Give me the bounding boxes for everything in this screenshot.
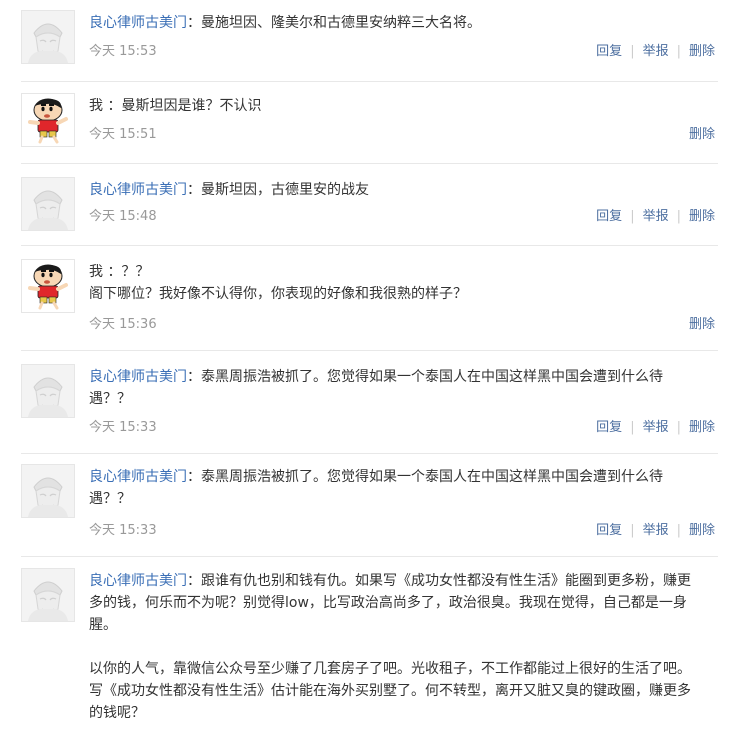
- comment-text-line: 良心律师古美门：曼施坦因、隆美尔和古德里安纳粹三大名将。: [89, 12, 717, 34]
- author-link[interactable]: 良心律师古美门: [89, 182, 187, 198]
- action-separator: |: [630, 420, 635, 435]
- comment-text-line: 良心律师古美门：曼斯坦因，古德里安的战友: [89, 179, 717, 201]
- action-separator: |: [676, 420, 681, 435]
- comment-body: 良心律师古美门：曼斯坦因，古德里安的战友: [89, 179, 717, 201]
- comment-body: 良心律师古美门：曼施坦因、隆美尔和古德里安纳粹三大名将。: [89, 12, 717, 34]
- comment-text: 多的钱，何乐而不为呢？别觉得low，比写政治高尚多了，政治很臭。我现在觉得，自己…: [89, 595, 687, 611]
- divider: [21, 350, 718, 351]
- comment-text-line: 良心律师古美门：跟谁有仇也别和钱有仇。如果写《成功女性都没有性生活》能圈到更多粉…: [89, 570, 717, 592]
- avatar[interactable]: [21, 177, 75, 231]
- author-link[interactable]: 良心律师古美门: [89, 15, 187, 31]
- comment-body: 良心律师古美门：泰黑周振浩被抓了。您觉得如果一个泰国人在中国这样黑中国会遭到什么…: [89, 366, 717, 410]
- delete-link[interactable]: 删除: [689, 317, 715, 332]
- comment-text: 我 ：？？: [89, 264, 150, 280]
- comment-actions: 回复 | 举报 | 删除: [596, 43, 715, 61]
- comment-text: ：泰黑周振浩被抓了。您觉得如果一个泰国人在中国这样黑中国会遭到什么待: [187, 469, 663, 485]
- delete-link[interactable]: 删除: [689, 420, 715, 435]
- default-avatar-icon: [22, 465, 74, 517]
- delete-link[interactable]: 删除: [689, 127, 715, 142]
- timestamp: 今天 15:33: [89, 523, 157, 538]
- comment-text-line: 我 ：曼斯坦因是谁？不认识: [89, 95, 717, 117]
- comment-text-line: 写《成功女性都没有性生活》估计能在海外买别墅了。何不转型，离开又脏又臭的键政圈，…: [89, 680, 717, 702]
- comment-text: ：曼斯坦因，古德里安的战友: [187, 182, 369, 198]
- comment-body: 我 ：？？ 阁下哪位？我好像不认得你，你表现的好像和我很熟的样子？: [89, 261, 717, 305]
- delete-link[interactable]: 删除: [689, 44, 715, 59]
- author-link[interactable]: 良心律师古美门: [89, 369, 187, 385]
- timestamp: 今天 15:36: [89, 317, 157, 332]
- default-avatar-icon: [22, 569, 74, 621]
- comment-actions: 回复 | 举报 | 删除: [596, 522, 715, 540]
- action-separator: |: [630, 523, 635, 538]
- action-separator: |: [630, 209, 635, 224]
- default-avatar-icon: [22, 365, 74, 417]
- comment-text-line: 阁下哪位？我好像不认得你，你表现的好像和我很熟的样子？: [89, 283, 717, 305]
- action-separator: |: [676, 523, 681, 538]
- avatar[interactable]: [21, 10, 75, 64]
- avatar[interactable]: [21, 259, 75, 313]
- reply-link[interactable]: 回复: [596, 44, 622, 59]
- comment-text: ：泰黑周振浩被抓了。您觉得如果一个泰国人在中国这样黑中国会遭到什么待: [187, 369, 663, 385]
- comment-actions: 回复 | 举报 | 删除: [596, 419, 715, 437]
- reply-link[interactable]: 回复: [596, 420, 622, 435]
- avatar[interactable]: [21, 93, 75, 147]
- comment-text-line: 多的钱，何乐而不为呢？别觉得low，比写政治高尚多了，政治很臭。我现在觉得，自己…: [89, 592, 717, 614]
- comment-actions: 回复 | 举报 | 删除: [596, 208, 715, 226]
- comment-text-line: 良心律师古美门：泰黑周振浩被抓了。您觉得如果一个泰国人在中国这样黑中国会遭到什么…: [89, 466, 717, 488]
- action-separator: |: [676, 44, 681, 59]
- author-link[interactable]: 良心律师古美门: [89, 573, 187, 589]
- divider: [21, 556, 718, 557]
- reply-link[interactable]: 回复: [596, 209, 622, 224]
- delete-link[interactable]: 删除: [689, 209, 715, 224]
- shinchan-avatar-icon: [22, 260, 74, 312]
- action-separator: |: [676, 209, 681, 224]
- default-avatar-icon: [22, 178, 74, 230]
- comment-text-line: 良心律师古美门：泰黑周振浩被抓了。您觉得如果一个泰国人在中国这样黑中国会遭到什么…: [89, 366, 717, 388]
- comment-text: 写《成功女性都没有性生活》估计能在海外买别墅了。何不转型，离开又脏又臭的键政圈，…: [89, 683, 691, 699]
- avatar[interactable]: [21, 364, 75, 418]
- comment-text: 遇？？: [89, 391, 131, 407]
- comment-body: 良心律师古美门：跟谁有仇也别和钱有仇。如果写《成功女性都没有性生活》能圈到更多粉…: [89, 570, 717, 724]
- comment-text-line: 以你的人气，靠微信公众号至少赚了几套房子了吧。光收租子，不工作都能过上很好的生活…: [89, 658, 717, 680]
- delete-link[interactable]: 删除: [689, 523, 715, 538]
- divider: [21, 81, 718, 82]
- action-separator: |: [630, 44, 635, 59]
- comment-text: 阁下哪位？我好像不认得你，你表现的好像和我很熟的样子？: [89, 286, 467, 302]
- shinchan-avatar-icon: [22, 94, 74, 146]
- timestamp: 今天 15:51: [89, 127, 157, 142]
- report-link[interactable]: 举报: [643, 209, 669, 224]
- comment-text: 遇？？: [89, 491, 131, 507]
- default-avatar-icon: [22, 11, 74, 63]
- comment-text: 腥。: [89, 617, 117, 633]
- report-link[interactable]: 举报: [643, 420, 669, 435]
- author-link[interactable]: 良心律师古美门: [89, 469, 187, 485]
- report-link[interactable]: 举报: [643, 523, 669, 538]
- timestamp: 今天 15:33: [89, 420, 157, 435]
- divider: [21, 453, 718, 454]
- comment-body: 良心律师古美门：泰黑周振浩被抓了。您觉得如果一个泰国人在中国这样黑中国会遭到什么…: [89, 466, 717, 510]
- divider: [21, 163, 718, 164]
- comment-text: 我 ：曼斯坦因是谁？不认识: [89, 98, 262, 114]
- report-link[interactable]: 举报: [643, 44, 669, 59]
- comment-text-line: 遇？？: [89, 388, 717, 410]
- comment-actions: 删除: [689, 316, 715, 334]
- comment-text-line: 遇？？: [89, 488, 717, 510]
- timestamp: 今天 15:48: [89, 209, 157, 224]
- avatar[interactable]: [21, 464, 75, 518]
- comment-actions: 删除: [689, 126, 715, 144]
- reply-link[interactable]: 回复: [596, 523, 622, 538]
- timestamp: 今天 15:53: [89, 44, 157, 59]
- comment-text-line: 腥。: [89, 614, 717, 636]
- avatar[interactable]: [21, 568, 75, 622]
- comment-text: ：跟谁有仇也别和钱有仇。如果写《成功女性都没有性生活》能圈到更多粉，赚更: [187, 573, 691, 589]
- comment-text-line: 我 ：？？: [89, 261, 717, 283]
- comment-text: 的钱呢？: [89, 705, 145, 721]
- comment-text-line: [89, 636, 717, 658]
- divider: [21, 245, 718, 246]
- comment-body: 我 ：曼斯坦因是谁？不认识: [89, 95, 717, 117]
- comment-text: 以你的人气，靠微信公众号至少赚了几套房子了吧。光收租子，不工作都能过上很好的生活…: [89, 661, 691, 677]
- comment-text-line: 的钱呢？: [89, 702, 717, 724]
- comment-text: ：曼施坦因、隆美尔和古德里安纳粹三大名将。: [187, 15, 481, 31]
